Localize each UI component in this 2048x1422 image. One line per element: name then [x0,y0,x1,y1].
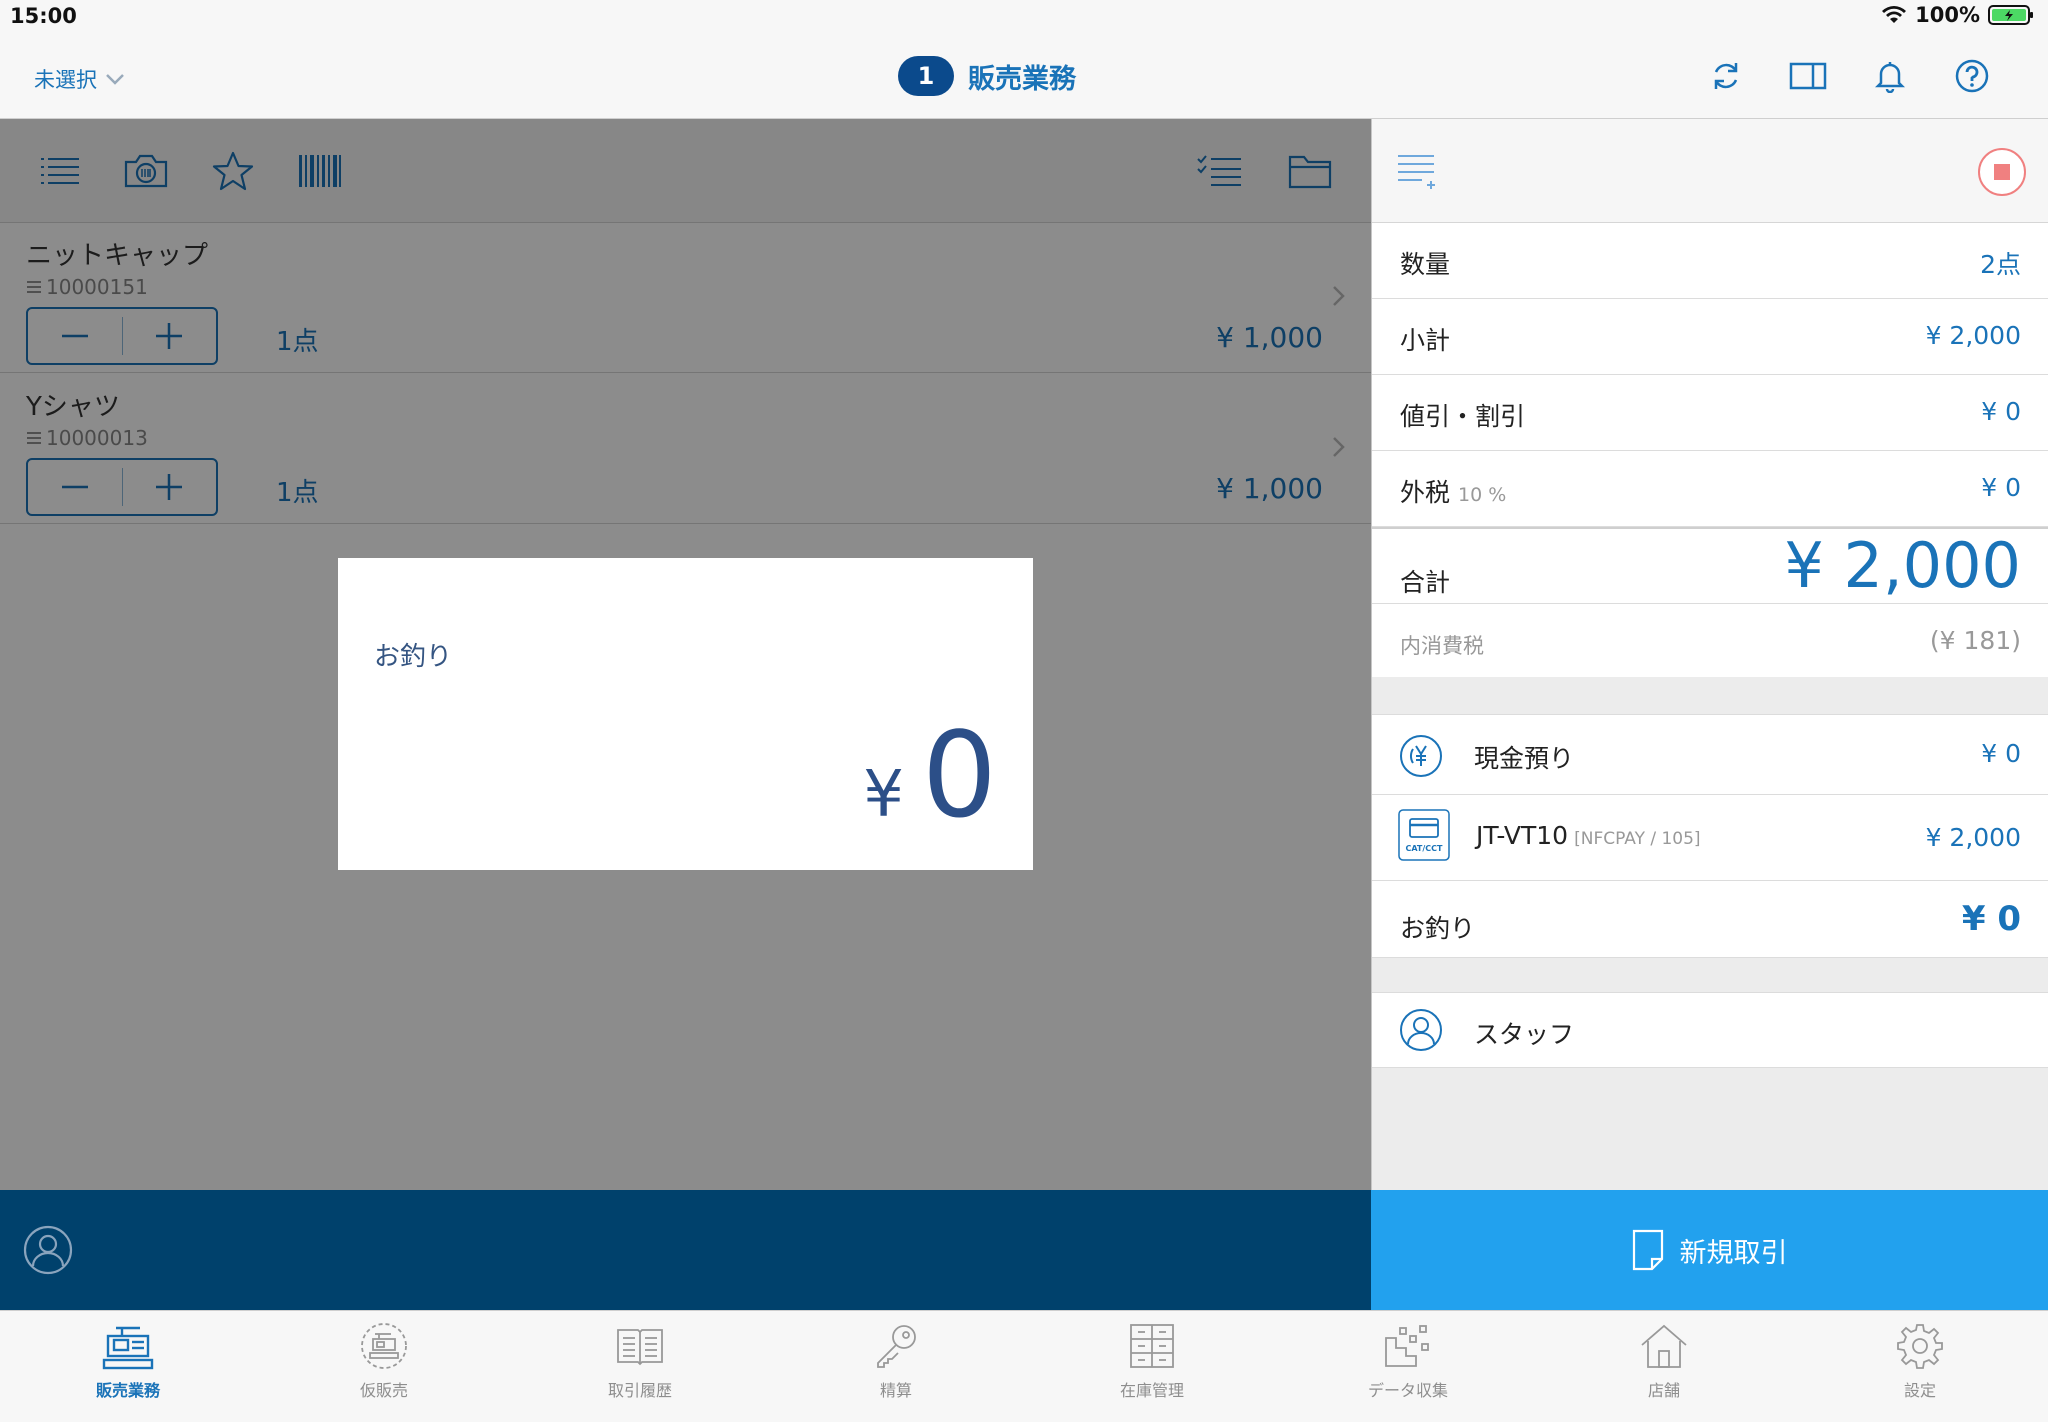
battery-percent: 100% [1915,3,1980,27]
summary-inner-tax-row: 内消費税 (¥ 181) [1372,603,2048,677]
summary-subtotal-row: 小計 ¥ 2,000 [1372,299,2048,375]
store-select[interactable]: 未選択 [34,64,125,94]
tab-label: 仮販売 [359,1381,408,1400]
card-terminal-icon: CAT/CCT [1398,809,1450,861]
outer-tax-label-text: 外税 [1400,478,1451,507]
bell-icon[interactable] [1870,56,1910,96]
new-transaction-button[interactable]: 新規取引 [1371,1190,2048,1310]
stop-record-button[interactable] [1977,147,2027,197]
checkout-pane: 数量 2点 小計 ¥ 2,000 値引・割引 ¥ 0 外税 10 % ¥ 0 合計… [1371,119,2048,1190]
summary-inner-tax-label: 内消費税 [1400,634,1484,658]
summary-outer-tax-row: 外税 10 % ¥ 0 [1372,451,2048,527]
summary-total-value: ¥ 2,000 [1784,529,2021,602]
nav-actions [1706,56,1992,96]
payment-card-label: JT-VT10 [NFCPAY / 105] [1476,821,1701,850]
store-icon [1638,1321,1690,1371]
summary-discount-value: ¥ 0 [1981,397,2021,426]
summary-discount-label: 値引・割引 [1400,402,1526,431]
status-indicators: 100% [1881,3,2034,27]
tab-settings[interactable]: 設定 [1792,1311,2048,1422]
summary-inner-tax-value: (¥ 181) [1929,626,2021,655]
new-transaction-label: 新規取引 [1679,1237,1788,1269]
summary-outer-tax-value: ¥ 0 [1981,473,2021,502]
status-bar: 15:00 100% [0,0,2048,36]
refresh-icon[interactable] [1706,56,1746,96]
card-terminal-detail: [NFCPAY / 105] [1574,829,1701,849]
tab-history[interactable]: 取引履歴 [512,1311,768,1422]
payment-section: 現金預り ¥ 0 CAT/CCT JT-VT10 [NFCPAY / 105] ¥… [1372,714,2048,958]
summary-total-label: 合計 [1400,568,1451,597]
tab-label: 在庫管理 [1119,1381,1184,1400]
temp-sale-icon [358,1321,410,1371]
help-icon[interactable] [1952,56,1992,96]
summary-subtotal-value: ¥ 2,000 [1925,321,2021,350]
summary-quantity-row: 数量 2点 [1372,223,2048,299]
card-terminal-name: JT-VT10 [1476,821,1569,850]
payment-cash-row[interactable]: 現金預り ¥ 0 [1372,715,2048,795]
summary-subtotal-label: 小計 [1400,326,1451,355]
tab-label: 精算 [879,1381,912,1400]
tab-label: 取引履歴 [607,1381,672,1400]
staff-bar [0,1190,1371,1310]
popup-change-amount: ¥ 0 [863,716,997,834]
settings-icon [1894,1321,1946,1371]
card-terminal-icon-text: CAT/CCT [1405,844,1443,853]
tab-temp-sale[interactable]: 仮販売 [256,1311,512,1422]
staff-select-row[interactable]: スタッフ [1372,992,2048,1068]
page-title: 販売業務 [968,63,1076,95]
payment-change-row: お釣り ¥ 0 [1372,881,2048,957]
tab-data-collection[interactable]: データ収集 [1280,1311,1536,1422]
tab-label: 販売業務 [95,1381,160,1400]
tab-inventory[interactable]: 在庫管理 [1024,1311,1280,1422]
chevron-down-icon [105,73,125,85]
summary-outer-tax-label: 外税 10 % [1400,473,1506,509]
popup-change-label: お釣り [374,642,453,672]
tab-bar: 販売業務 仮販売 取引履歴 精算 在庫管理 データ収集 店舗 設定 [0,1310,2048,1422]
summary-quantity-value: 2点 [1980,250,2021,279]
staff-person-icon [1398,1007,1444,1053]
navigation-bar: 未選択 1 販売業務 [0,36,2048,119]
checkout-toolbar [1372,119,2048,223]
tab-label: 店舗 [1647,1381,1680,1400]
yen-coin-icon [1398,733,1444,779]
tab-store[interactable]: 店舗 [1536,1311,1792,1422]
nav-title-group: 1 販売業務 [898,56,1076,96]
popup-change-value: 0 [921,706,997,844]
key-icon [870,1321,922,1371]
add-list-icon[interactable] [1392,147,1442,197]
wifi-icon [1881,5,1907,25]
order-summary: 数量 2点 小計 ¥ 2,000 値引・割引 ¥ 0 外税 10 % ¥ 0 合計… [1372,223,2048,677]
register-number-badge: 1 [898,56,954,96]
store-select-label: 未選択 [34,68,97,92]
inventory-icon [1126,1321,1178,1371]
payment-cash-label: 現金預り [1474,744,1575,773]
payment-card-row[interactable]: CAT/CCT JT-VT10 [NFCPAY / 105] ¥ 2,000 [1372,795,2048,881]
tab-label: 設定 [1903,1381,1936,1400]
staff-label: スタッフ [1474,1020,1575,1049]
split-view-icon[interactable] [1788,56,1828,96]
register-icon [102,1321,154,1371]
summary-quantity-label: 数量 [1400,250,1451,279]
outer-tax-rate: 10 % [1458,484,1507,506]
battery-charging-icon [1988,4,2034,26]
history-icon [614,1321,666,1371]
payment-change-value: ¥ 0 [1961,899,2021,939]
tab-label: データ収集 [1367,1381,1448,1400]
data-collect-icon [1382,1321,1434,1371]
document-icon [1632,1229,1664,1271]
payment-card-value: ¥ 2,000 [1925,823,2021,852]
user-avatar-icon[interactable] [22,1224,74,1276]
summary-total-row: 合計 ¥ 2,000 [1372,527,2048,603]
tab-sales[interactable]: 販売業務 [0,1311,256,1422]
cart-pane: ニットキャップ 10000151 1点 ¥ 1,000 Yシャツ 1000001… [0,119,1371,1190]
payment-change-label: お釣り [1400,914,1476,943]
popup-yen-symbol: ¥ [863,758,904,832]
status-time: 15:00 [10,4,77,28]
tab-settlement[interactable]: 精算 [768,1311,1024,1422]
change-popup: お釣り ¥ 0 [338,558,1033,870]
payment-cash-value: ¥ 0 [1981,739,2021,768]
summary-discount-row[interactable]: 値引・割引 ¥ 0 [1372,375,2048,451]
